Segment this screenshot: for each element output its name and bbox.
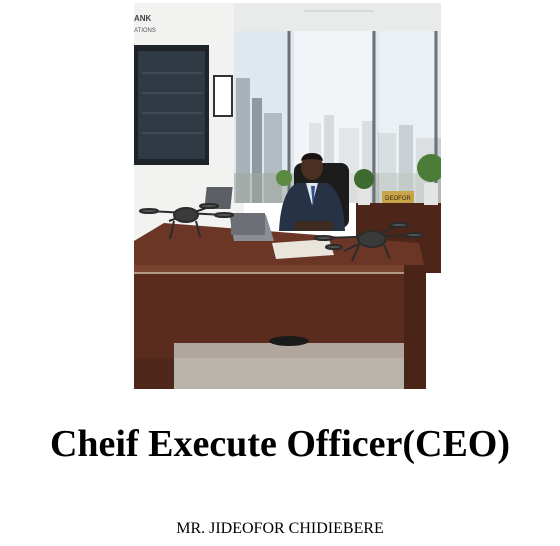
page: ANK ATIONS DEOFOR Cheif Execute Officer(… [0,0,560,546]
ceo-name: MR. JIDEOFOR CHIDIEBERE [176,520,384,537]
wall-monitor [134,45,209,165]
svg-text:DEOFOR: DEOFOR [385,196,411,202]
wall-frame [213,75,233,117]
ceo-office-photo: ANK ATIONS DEOFOR [134,3,441,389]
page-title: Cheif Execute Officer(CEO) [49,423,511,465]
wall-sign: ANK [134,14,152,23]
ceiling [234,3,441,31]
svg-text:ATIONS: ATIONS [134,28,156,34]
